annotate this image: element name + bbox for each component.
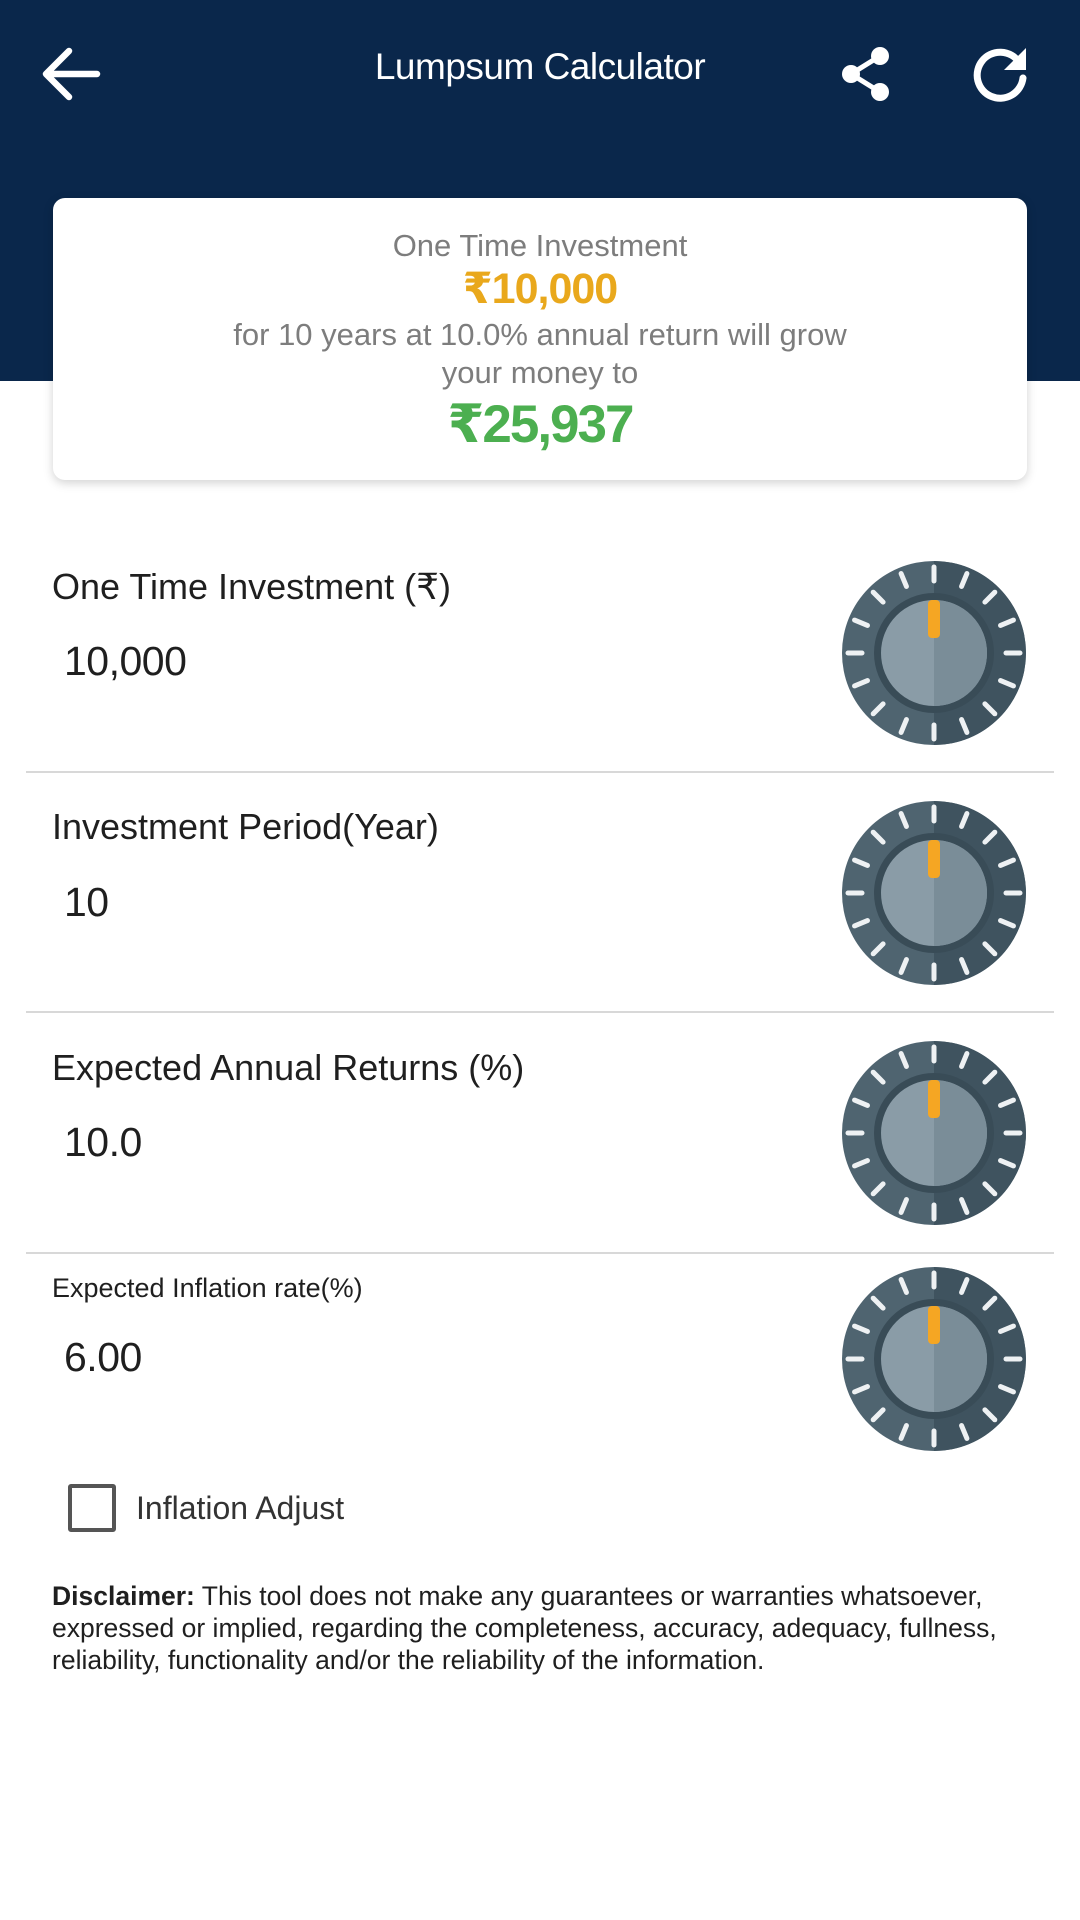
inflation-adjust-row: Inflation Adjust (68, 1482, 344, 1534)
inflation-adjust-checkbox[interactable] (68, 1484, 116, 1532)
inflation-dial[interactable] (841, 1266, 1027, 1452)
inflation-rate-field: Expected Inflation rate(%) 6.00 (26, 1254, 1054, 1454)
annual-returns-input[interactable]: 10.0 (64, 1119, 142, 1166)
investment-period-field: Investment Period(Year) 10 (26, 773, 1054, 1013)
annual-returns-field: Expected Annual Returns (%) 10.0 (26, 1013, 1054, 1254)
app-bar: Lumpsum Calculator (0, 0, 1080, 145)
inflation-rate-input[interactable]: 6.00 (64, 1334, 142, 1381)
lumpsum-calculator-screen: Lumpsum Calculator One Time Investment ₹… (0, 0, 1080, 1920)
result-summary-card: One Time Investment ₹10,000 for 10 years… (53, 198, 1027, 480)
returns-dial[interactable] (841, 1040, 1027, 1226)
knob-dial-icon (842, 1267, 1026, 1451)
field-label: Expected Annual Returns (%) (52, 1047, 525, 1088)
inflation-adjust-label[interactable]: Inflation Adjust (136, 1490, 344, 1527)
maturity-amount: ₹25,937 (447, 395, 635, 454)
investment-amount: ₹10,000 (462, 265, 618, 313)
refresh-icon (973, 48, 1027, 102)
investment-dial[interactable] (841, 560, 1027, 746)
share-icon (842, 47, 889, 101)
field-label: Investment Period(Year) (52, 806, 439, 847)
investment-amount-input[interactable]: 10,000 (64, 638, 187, 685)
disclaimer-title: Disclaimer: (52, 1581, 195, 1611)
page-title: Lumpsum Calculator (374, 46, 706, 87)
refresh-button[interactable] (956, 30, 1044, 118)
investment-amount-field: One Time Investment (₹) 10,000 (26, 530, 1054, 773)
field-label: One Time Investment (₹) (52, 566, 452, 607)
knob-dial-icon (842, 561, 1026, 745)
period-dial[interactable] (841, 800, 1027, 986)
summary-description: for 10 years at 10.0% annual return will… (233, 317, 847, 390)
field-label: Expected Inflation rate(%) (52, 1273, 363, 1303)
knob-dial-icon (842, 801, 1026, 985)
share-button[interactable] (822, 30, 910, 118)
investment-period-input[interactable]: 10 (64, 879, 109, 926)
knob-dial-icon (842, 1041, 1026, 1225)
summary-label: One Time Investment (392, 228, 688, 263)
disclaimer: Disclaimer: This tool does not make any … (52, 1580, 1037, 1676)
